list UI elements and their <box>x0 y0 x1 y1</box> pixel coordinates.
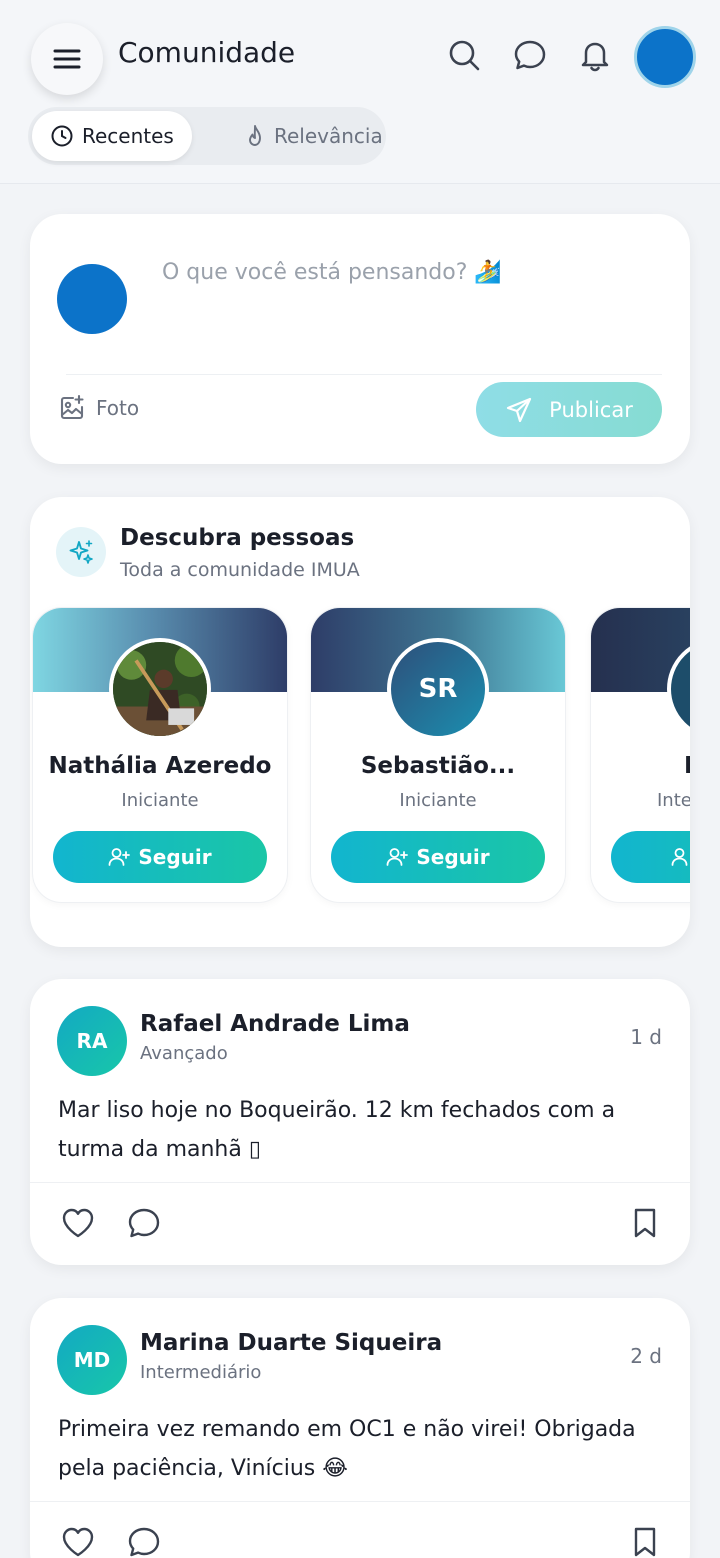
top-bar: Comunidade Recentes Relevância <box>0 0 720 184</box>
user-plus-icon <box>386 848 409 866</box>
author-avatar[interactable]: RA <box>57 1006 127 1076</box>
author-level: Intermediário <box>140 1362 262 1383</box>
person-name: Sebastião... <box>360 753 516 779</box>
post-time: 1 d <box>630 1025 662 1049</box>
author-level: Avançado <box>140 1043 228 1064</box>
tab-recentes[interactable]: Recentes <box>32 111 192 161</box>
post-time: 2 d <box>630 1344 662 1368</box>
bookmark-icon <box>634 1208 656 1238</box>
follow-button[interactable]: Seguir <box>53 831 267 883</box>
person-name: E <box>684 753 690 779</box>
discover-people-section: Descubra pessoas Toda a comunidade IMUA … <box>30 497 690 947</box>
feed-sort-tabs: Recentes Relevância <box>28 107 386 165</box>
follow-label: Seguir <box>138 845 212 869</box>
image-add-icon <box>60 394 84 420</box>
composer-input[interactable]: O que você está pensando? 🏄 <box>162 260 502 285</box>
comment-icon <box>128 1208 160 1238</box>
heart-icon <box>62 1208 94 1238</box>
author-initials: MD <box>73 1348 111 1372</box>
user-plus-icon <box>671 848 688 866</box>
divider <box>66 374 662 375</box>
flame-icon <box>249 125 261 146</box>
community-page: Comunidade Recentes Relevância O que voc… <box>0 0 720 1558</box>
author-name[interactable]: Rafael Andrade Lima <box>140 1011 410 1037</box>
divider <box>30 1501 690 1502</box>
bookmark-button[interactable] <box>627 1524 663 1558</box>
notifications-button[interactable] <box>577 37 613 73</box>
person-avatar <box>109 638 211 740</box>
comment-button[interactable] <box>126 1205 162 1241</box>
chat-icon <box>514 40 546 70</box>
person-avatar: SR <box>387 638 489 740</box>
tab-relevancia[interactable]: Relevância <box>226 111 401 161</box>
like-button[interactable] <box>60 1524 96 1558</box>
person-level: Iniciante <box>399 790 477 811</box>
person-card[interactable]: Nathália Azeredo Iniciante Seguir <box>32 607 288 903</box>
menu-icon <box>53 49 81 69</box>
profile-avatar[interactable] <box>634 26 696 88</box>
post-composer: O que você está pensando? 🏄 Foto Publica… <box>30 214 690 464</box>
clock-icon <box>51 125 73 147</box>
follow-label: Seguir <box>416 845 490 869</box>
person-level: Inte <box>657 790 690 811</box>
bookmark-icon <box>634 1527 656 1557</box>
post-text: Mar liso hoje no Boqueirão. 12 km fechad… <box>58 1098 616 1162</box>
bell-icon <box>581 42 609 72</box>
follow-button[interactable] <box>611 831 690 883</box>
section-title: Descubra pessoas <box>120 525 355 551</box>
heart-icon <box>62 1527 94 1557</box>
user-plus-icon <box>108 848 131 866</box>
divider <box>30 1182 690 1183</box>
like-button[interactable] <box>60 1205 96 1241</box>
section-subtitle: Toda a comunidade IMUA <box>120 559 360 581</box>
bookmark-button[interactable] <box>627 1205 663 1241</box>
comment-icon <box>128 1527 160 1557</box>
post-text: Primeira vez remando em OC1 e não virei!… <box>58 1417 636 1481</box>
publish-button[interactable]: Publicar <box>476 382 662 437</box>
add-photo-label: Foto <box>96 396 140 420</box>
add-photo-button[interactable]: Foto <box>58 394 139 422</box>
page-title: Comunidade <box>118 36 296 69</box>
search-button[interactable] <box>446 37 482 73</box>
tab-recentes-label: Recentes <box>82 124 174 148</box>
author-initials: RA <box>76 1029 108 1053</box>
author-avatar[interactable]: MD <box>57 1325 127 1395</box>
publish-label: Publicar <box>549 397 633 422</box>
author-name[interactable]: Marina Duarte Siqueira <box>140 1330 442 1356</box>
sparkles-icon <box>56 527 106 577</box>
messages-button[interactable] <box>512 37 548 73</box>
avatar <box>57 264 127 334</box>
feed-post: MD Marina Duarte Siqueira Intermediário … <box>30 1298 690 1558</box>
follow-button[interactable]: Seguir <box>331 831 545 883</box>
person-level: Iniciante <box>121 790 199 811</box>
tab-relevancia-label: Relevância <box>274 124 383 148</box>
comment-button[interactable] <box>126 1524 162 1558</box>
search-icon <box>449 40 480 71</box>
feed-post: RA Rafael Andrade Lima Avançado 1 d Mar … <box>30 979 690 1265</box>
person-card[interactable]: SR Sebastião... Iniciante Seguir <box>310 607 566 903</box>
menu-button[interactable] <box>31 23 103 95</box>
person-name: Nathália Azeredo <box>48 753 272 779</box>
person-initials: SR <box>418 674 458 704</box>
person-card[interactable]: E Inte <box>590 607 690 903</box>
send-icon <box>507 397 532 422</box>
